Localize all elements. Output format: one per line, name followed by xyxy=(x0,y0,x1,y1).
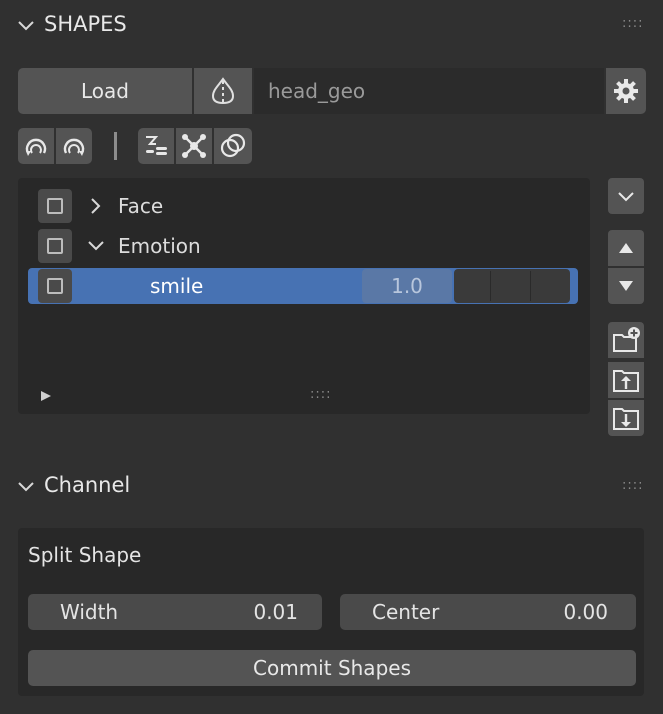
folder-down-icon xyxy=(613,408,639,430)
list-item-emotion[interactable]: Emotion xyxy=(118,234,201,258)
list-item-label: smile xyxy=(150,274,204,298)
move-up-button[interactable] xyxy=(608,230,644,266)
object-name-field[interactable]: head_geo xyxy=(254,68,604,114)
shape-slot-group xyxy=(454,269,570,303)
folder-up-icon xyxy=(613,370,639,392)
chevron-down-icon xyxy=(618,192,634,202)
vertex-cross-icon xyxy=(182,134,206,158)
filter-shapes-button[interactable] xyxy=(138,128,174,164)
mirror-left-button[interactable] xyxy=(18,128,54,164)
width-field[interactable]: Width 0.01 xyxy=(28,594,322,630)
panel-title-shapes[interactable]: SHAPES xyxy=(44,12,127,36)
slot-divider xyxy=(530,271,531,301)
blend-shapes-button[interactable] xyxy=(214,128,252,164)
panel-title-channel[interactable]: Channel xyxy=(44,473,130,497)
row-checkbox[interactable] xyxy=(38,269,72,303)
chevron-right-icon[interactable] xyxy=(86,194,106,218)
move-to-folder-down-button[interactable] xyxy=(608,400,644,436)
list-resize-grip[interactable]: :::: xyxy=(310,387,332,402)
width-value: 0.01 xyxy=(253,600,298,624)
chevron-down-icon[interactable] xyxy=(86,234,106,258)
center-value: 0.00 xyxy=(563,600,608,624)
collapse-chevron-icon[interactable] xyxy=(16,473,36,501)
object-picker-button[interactable] xyxy=(194,68,252,114)
list-item-face[interactable]: Face xyxy=(118,194,163,218)
collapse-chevron-icon[interactable] xyxy=(16,12,36,40)
settings-button[interactable] xyxy=(606,68,646,114)
center-label: Center xyxy=(372,600,440,624)
eyedropper-mesh-icon xyxy=(211,77,235,105)
add-folder-button[interactable] xyxy=(608,322,644,358)
arc-left-icon xyxy=(25,138,47,156)
toolbar-separator xyxy=(114,132,117,160)
panel-drag-grip[interactable]: :::: xyxy=(622,478,644,493)
filter-list-icon xyxy=(146,136,167,155)
arc-right-icon xyxy=(63,138,85,156)
play-triangle-icon[interactable] xyxy=(40,388,52,402)
triangle-up-icon xyxy=(619,243,633,253)
center-field[interactable]: Center 0.00 xyxy=(340,594,636,630)
mirror-right-button[interactable] xyxy=(56,128,92,164)
commit-shapes-button[interactable]: Commit Shapes xyxy=(28,650,636,686)
section-title: Split Shape xyxy=(28,543,142,567)
row-checkbox[interactable] xyxy=(38,189,72,223)
panel-drag-grip[interactable]: :::: xyxy=(622,16,644,31)
move-down-button[interactable] xyxy=(608,268,644,304)
triangle-down-icon xyxy=(619,281,633,291)
row-checkbox[interactable] xyxy=(38,229,72,263)
shape-value-field[interactable]: 1.0 xyxy=(362,269,452,303)
load-button[interactable]: Load xyxy=(18,68,192,114)
gear-icon xyxy=(614,79,638,103)
move-to-folder-up-button[interactable] xyxy=(608,362,644,398)
list-options-button[interactable] xyxy=(608,178,644,214)
slot-divider xyxy=(490,271,491,301)
width-label: Width xyxy=(60,600,119,624)
vertex-tool-button[interactable] xyxy=(176,128,212,164)
overlap-circles-icon xyxy=(220,133,246,158)
folder-add-icon xyxy=(613,327,640,352)
